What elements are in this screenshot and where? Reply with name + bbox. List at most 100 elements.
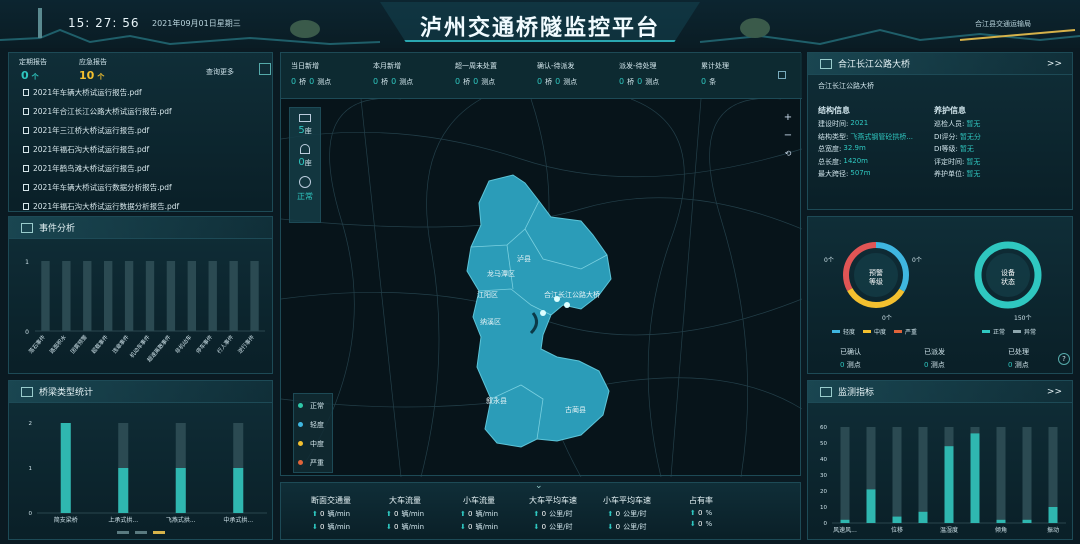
report-item[interactable]: 2021年三江桥大桥试运行报告.pdf (9, 121, 272, 140)
event-category-label: 非机动车 (173, 333, 194, 355)
event-bar-bg (250, 261, 259, 331)
traffic-unit: 公里/时 (549, 523, 573, 531)
region-label[interactable]: 合江县交通运输局 (975, 19, 1031, 29)
bridge-icon (299, 114, 311, 122)
reset-view-icon[interactable]: ⟲ (781, 145, 795, 163)
bar (840, 519, 850, 523)
event-category-label: 路面积水 (48, 333, 69, 355)
bar (175, 468, 186, 513)
top-stat-au: 桥 (545, 78, 553, 86)
y-tick-label: 10 (820, 505, 827, 511)
search-icon[interactable] (259, 63, 271, 75)
top-stat: 超一周未处置 0 桥 0 测点 (455, 61, 498, 87)
bar (918, 511, 928, 523)
traffic-unit: 辆/min (327, 510, 351, 518)
monitoring-panel: 监测指标 >> 60 50 40 30 20 10 0 风速风... 位移 温湿度 倾角 振动 (807, 380, 1073, 540)
query-more-link[interactable]: 查询更多 (206, 67, 234, 77)
maintenance-list: 巡检人员: 暂无 DI评分: 暂无分 DI等级: 暂无 评定时间: 暂无 养护单位: 暂无 (934, 119, 1064, 182)
legend-dot (298, 403, 303, 408)
top-stat: 累计处理 0 条 (701, 61, 729, 87)
traffic-stats: 断面交通量 ⬆ 0 辆/min ⬇ 0 辆/min 大车流量 ⬆ 0 辆/min ⬇ 0 辆/mi… (281, 495, 802, 539)
monitoring-title: 监测指标 (838, 388, 875, 398)
event-bar-bg (166, 261, 176, 331)
info-row: 评定时间: 暂无 (934, 157, 1064, 170)
device-value-bottom: 150个 (1014, 315, 1032, 322)
legend-swatch (1013, 330, 1022, 333)
bridge-info-more[interactable]: >> (1047, 59, 1062, 69)
arrow-up-icon: ⬆ (385, 510, 395, 518)
info-value: 暂无 (959, 145, 974, 153)
help-icon[interactable]: ? (1058, 353, 1070, 365)
event-category-label: 违章事件 (110, 333, 131, 355)
pager-indicator[interactable] (117, 531, 129, 534)
x-tick-label: 倾角 (995, 526, 1007, 534)
top-stat-au: 桥 (627, 78, 635, 86)
top-stat-label: 派发-待处理 (619, 62, 657, 70)
event-bar-bg (145, 261, 155, 331)
bridge-marker[interactable] (540, 310, 546, 316)
report-item[interactable]: 2021年车辆大桥试运行数据分析报告.pdf (9, 178, 272, 197)
pager-indicator[interactable] (135, 531, 147, 534)
bar (996, 519, 1006, 523)
bridge-marker[interactable] (564, 302, 570, 308)
monitoring-more[interactable]: >> (1047, 387, 1062, 397)
traffic-unit: 辆/min (401, 523, 425, 531)
arrow-down-icon: ⬇ (607, 523, 616, 531)
alert-value-left: 0个 (824, 257, 834, 264)
bridge-type-panel: 桥梁类型统计 2 1 0 简支梁桥 上承式拱... 飞燕式拱... 中承式拱... (8, 380, 273, 540)
info-key: 最大跨径: (818, 170, 849, 178)
device-legend: 正常 异常 (982, 327, 1036, 336)
y-tick-label: 0 (29, 511, 33, 517)
legend-dot (298, 441, 303, 446)
chevron-down-icon[interactable]: ⌄ (535, 481, 543, 491)
y-tick-label: 40 (820, 457, 827, 463)
bridge-marker[interactable] (554, 296, 560, 302)
info-value: 2021 (850, 119, 869, 127)
info-key: 巡检人员: (934, 120, 965, 128)
pager-indicator[interactable] (153, 531, 165, 534)
map-legend: 正常 轻度 中度 严重 (293, 393, 333, 473)
report-item[interactable]: 2021年合江长江公路大桥试运行报告.pdf (9, 102, 272, 121)
report-name: 2021年车辆大桥试运行数据分析报告.pdf (33, 183, 172, 192)
report-item[interactable]: 2021年福石沟大桥试运行数据分析报告.pdf (9, 197, 272, 216)
info-value: 暂无分 (959, 132, 981, 141)
top-stat-bu: 测点 (481, 78, 496, 86)
y-tick-label: 30 (820, 473, 827, 479)
event-category-label: 行人事件 (215, 333, 236, 355)
report-list: 2021年车辆大桥试运行报告.pdf 2021年合江长江公路大桥试运行报告.pdf… (9, 83, 272, 216)
event-bar-bg (124, 261, 134, 331)
info-row: 总宽度: 32.9m (818, 144, 930, 157)
report-item[interactable]: 2021年车辆大桥试运行报告.pdf (9, 83, 272, 102)
arrow-down-icon: ⬇ (689, 520, 698, 528)
bar-background (840, 427, 850, 523)
regular-report-label: 定期报告 (19, 58, 47, 66)
bar (866, 489, 876, 523)
event-bar-bg (104, 261, 113, 331)
map[interactable] (281, 99, 802, 477)
bar-background (918, 427, 928, 523)
sound-icon[interactable] (778, 71, 786, 79)
document-icon (23, 127, 29, 134)
legend-item: 严重 (894, 327, 917, 336)
zoom-in-icon[interactable]: + (781, 109, 795, 127)
report-name: 2021年福石沟大桥试运行数据分析报告.pdf (33, 202, 180, 211)
top-stat-b: 0 (637, 77, 643, 86)
legend-label: 正常 (310, 401, 324, 410)
map-zoom-controls: + − ⟲ (781, 109, 795, 163)
top-stat-a: 0 (373, 77, 379, 86)
info-key: 总宽度: (818, 145, 842, 153)
zoom-out-icon[interactable]: − (781, 127, 795, 145)
y-tick-label: 1 (29, 466, 33, 472)
y-tick-label: 2 (29, 421, 33, 427)
emergency-report-label: 应急报告 (79, 58, 107, 66)
report-item[interactable]: 2021年鹤鸟滩大桥试运行报告.pdf (9, 159, 272, 178)
bar (1048, 507, 1058, 523)
info-key: 总长度: (818, 157, 842, 166)
x-tick-label: 上承式拱... (108, 516, 138, 524)
arrow-up-icon: ⬆ (607, 510, 616, 518)
maintenance-title: 养护信息 (934, 106, 966, 115)
traffic-value: 0 (394, 510, 399, 518)
report-item[interactable]: 2021年福石沟大桥试运行报告.pdf (9, 140, 272, 159)
top-stat-values: 0 桥 0 测点 (373, 77, 416, 87)
info-key: 养护单位: (934, 170, 965, 178)
